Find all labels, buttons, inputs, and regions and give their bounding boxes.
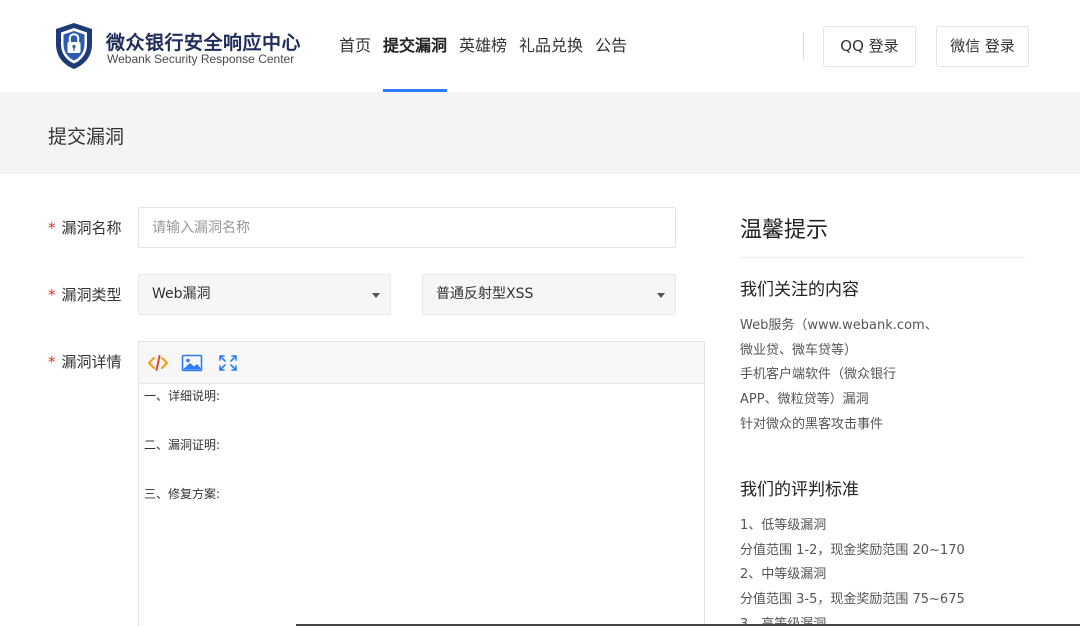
header-divider — [803, 32, 804, 60]
nav-home[interactable]: 首页 — [339, 0, 371, 92]
list-item: APP、微粒贷等）漏洞 — [740, 392, 869, 408]
vuln-name-label: * 漏洞名称 — [48, 219, 122, 237]
list-item: 分值范围 1-2，现金奖励范围 20~170 — [740, 542, 965, 558]
vuln-detail-editor: 一、详细说明: 二、漏洞证明: 三、修复方案: — [138, 341, 705, 626]
tips-divider — [740, 257, 1025, 258]
page-banner: 提交漏洞 — [0, 92, 1080, 174]
required-mark: * — [48, 286, 56, 304]
page-title: 提交漏洞 — [48, 126, 125, 148]
image-icon[interactable] — [181, 353, 203, 373]
vuln-type-label: * 漏洞类型 — [48, 286, 122, 304]
list-item: 分值范围 3-5，现金奖励范围 75~675 — [740, 592, 965, 608]
vuln-name-input[interactable] — [138, 207, 676, 248]
list-item: 1、低等级漏洞 — [740, 518, 827, 533]
focus-heading: 我们关注的内容 — [740, 280, 859, 300]
editor-toolbar — [139, 342, 704, 384]
qq-login-button[interactable]: QQ 登录 — [823, 26, 916, 67]
vuln-detail-label: * 漏洞详情 — [48, 353, 122, 371]
focus-list: Web服务（www.webank.com、 微业贷、微车贷等） 手机客户端软件（… — [740, 314, 938, 438]
code-icon[interactable] — [147, 353, 169, 373]
main-nav: 首页 提交漏洞 英雄榜 礼品兑换 公告 — [339, 0, 639, 92]
editor-content[interactable]: 一、详细说明: 二、漏洞证明: 三、修复方案: — [139, 384, 704, 543]
brand-name-en[interactable]: Webank Security Response Center — [107, 52, 294, 66]
shield-lock-logo-icon[interactable] — [54, 22, 94, 70]
nav-submit-vulnerability[interactable]: 提交漏洞 — [383, 0, 448, 92]
vuln-category-select[interactable]: Web漏洞 — [138, 274, 391, 315]
editor-line-detail: 一、详细说明: — [144, 389, 221, 403]
editor-line-fix: 三、修复方案: — [144, 487, 221, 501]
nav-announcements[interactable]: 公告 — [595, 0, 627, 92]
editor-line-proof: 二、漏洞证明: — [144, 438, 221, 452]
nav-gift-exchange[interactable]: 礼品兑换 — [519, 0, 583, 92]
list-item: 针对微众的黑客攻击事件 — [740, 416, 884, 432]
chevron-down-icon — [657, 293, 665, 298]
list-item: 2、中等级漏洞 — [740, 567, 827, 583]
chevron-down-icon — [372, 293, 380, 298]
tips-title: 温馨提示 — [740, 218, 829, 243]
required-mark: * — [48, 353, 56, 371]
vuln-subtype-value: 普通反射型XSS — [436, 286, 534, 302]
wechat-login-button[interactable]: 微信 登录 — [936, 26, 1029, 67]
criteria-heading: 我们的评判标准 — [740, 480, 859, 500]
list-item: Web服务（www.webank.com、 — [740, 318, 938, 333]
vuln-category-value: Web漏洞 — [152, 286, 211, 302]
site-header: 微众银行安全响应中心 Webank Security Response Cent… — [0, 0, 1080, 92]
vuln-subtype-select[interactable]: 普通反射型XSS — [422, 274, 676, 315]
list-item: 手机客户端软件（微众银行 — [740, 367, 897, 383]
criteria-list: 1、低等级漏洞 分值范围 1-2，现金奖励范围 20~170 2、中等级漏洞 分… — [740, 514, 965, 626]
fullscreen-icon[interactable] — [217, 353, 239, 373]
list-item: 微业贷、微车贷等） — [740, 342, 858, 358]
nav-hall-of-fame[interactable]: 英雄榜 — [459, 0, 507, 92]
required-mark: * — [48, 219, 56, 237]
brand-name-cn[interactable]: 微众银行安全响应中心 — [106, 28, 301, 55]
